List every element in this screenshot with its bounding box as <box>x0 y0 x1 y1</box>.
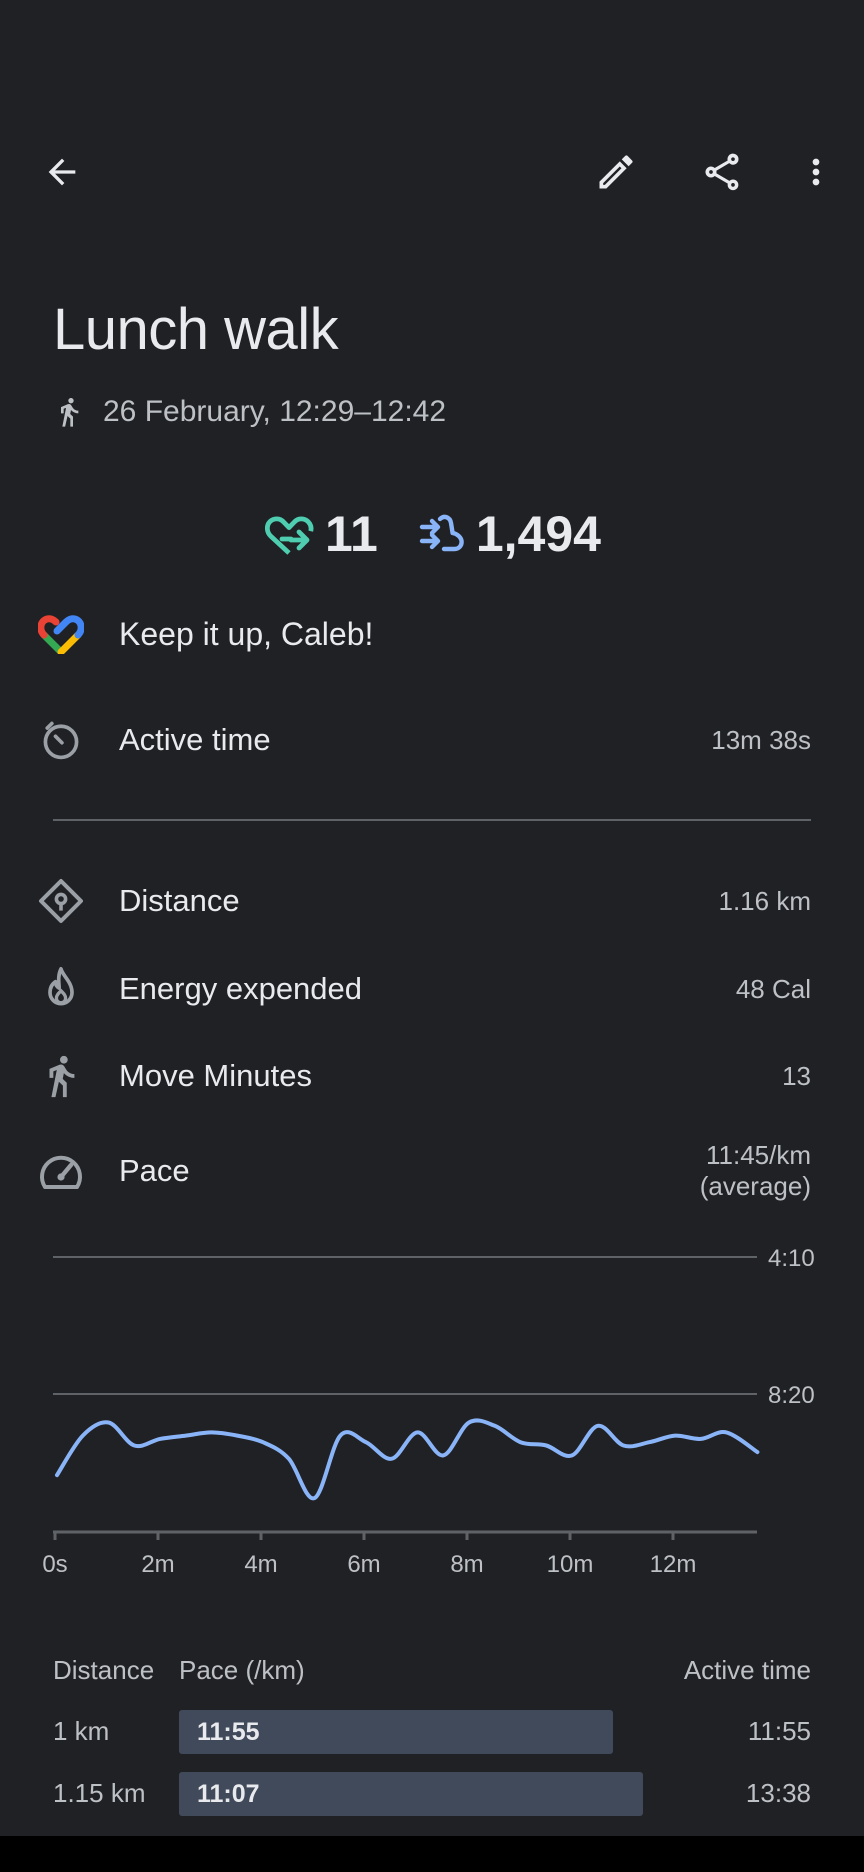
splits-header-pace: Pace (/km) <box>179 1655 305 1685</box>
splits-header-active-time: Active time <box>683 1655 811 1685</box>
stat-value: 48 Cal <box>735 973 811 1004</box>
split-active-time: 11:55 <box>747 1716 811 1746</box>
chart-x-tick-label: 4m <box>244 1551 277 1578</box>
pace-average-note: (average) <box>699 1171 811 1201</box>
steps-value: 1,494 <box>475 506 601 562</box>
heart-points: 11 <box>263 505 378 563</box>
stat-row-move-minutes: Move Minutes 13 <box>0 1041 864 1111</box>
split-distance: 1.15 km <box>53 1778 146 1808</box>
chart-x-tick-label: 6m <box>347 1551 380 1578</box>
chart-x-tick-label: 12m <box>650 1551 697 1578</box>
activity-datetime-row: 26 February, 12:29–12:42 <box>53 395 446 429</box>
back-button[interactable] <box>30 140 94 204</box>
split-pace-bar: 11:55 <box>179 1710 613 1754</box>
location-diamond-icon <box>36 876 86 926</box>
flame-icon <box>36 964 86 1014</box>
coach-message-row: Keep it up, Caleb! <box>0 599 864 669</box>
walk-icon <box>61 398 79 427</box>
chart-pace-line <box>55 1418 760 1501</box>
activity-title: Lunch walk <box>53 297 339 362</box>
stat-label: Move Minutes <box>119 1058 312 1093</box>
share-button[interactable] <box>690 140 754 204</box>
activity-datetime: 26 February, 12:29–12:42 <box>103 395 447 428</box>
split-active-time: 13:38 <box>745 1778 811 1808</box>
share-icon <box>705 153 739 191</box>
stat-value: 13m 38s <box>711 724 811 755</box>
stat-row-distance: Distance 1.16 km <box>0 866 864 936</box>
heart-points-value: 11 <box>325 506 378 562</box>
google-fit-logo-icon <box>36 609 86 659</box>
activity-summary: 11 1,494 <box>0 505 864 563</box>
stat-label: Energy expended <box>119 971 363 1006</box>
more-options-button[interactable] <box>784 140 848 204</box>
chart-y-tick-label: 8:20 <box>768 1382 815 1409</box>
stat-label: Active time <box>119 722 271 757</box>
coach-message: Keep it up, Caleb! <box>119 615 374 652</box>
walk-icon <box>36 1051 86 1101</box>
chart-y-tick-label: 4:10 <box>768 1245 815 1272</box>
activity-detail-screen: Lunch walk 26 February, 12:29–12:42 11 1… <box>0 0 864 1836</box>
stat-label: Pace <box>119 1153 190 1188</box>
chart-x-tick-label: 8m <box>450 1551 483 1578</box>
split-distance: 1 km <box>53 1716 110 1746</box>
steps: 1,494 <box>416 505 601 563</box>
chart-x-tick-label: 0s <box>42 1551 67 1578</box>
heart-points-icon <box>264 516 314 555</box>
more-vert-icon <box>812 158 820 186</box>
splits-header-distance: Distance <box>53 1655 155 1685</box>
pencil-icon <box>599 155 633 189</box>
split-pace-bar: 11:07 <box>179 1772 643 1816</box>
stat-row-active-time: Active time 13m 38s <box>0 705 864 775</box>
stat-label: Distance <box>119 883 240 918</box>
pace-average-value: 11:45/km <box>705 1140 811 1170</box>
timer-icon <box>36 715 86 765</box>
divider <box>53 819 811 821</box>
edit-button[interactable] <box>584 140 648 204</box>
chart-x-tick-label: 10m <box>547 1551 594 1578</box>
stat-row-energy: Energy expended 48 Cal <box>0 954 864 1024</box>
stat-value: 11:45/km (average) <box>700 1140 811 1202</box>
stat-row-pace: Pace 11:45/km (average) <box>0 1136 864 1206</box>
steps-icon <box>419 514 464 552</box>
stat-value: 1.16 km <box>718 885 812 916</box>
stat-value: 13 <box>782 1060 811 1091</box>
speedometer-icon <box>36 1146 86 1196</box>
pace-chart: 4:10 8:20 0s 2m 4m 6m 8m 10m 12m <box>42 1245 815 1578</box>
chart-x-tick-label: 2m <box>141 1551 174 1578</box>
arrow-back-icon <box>48 158 76 186</box>
